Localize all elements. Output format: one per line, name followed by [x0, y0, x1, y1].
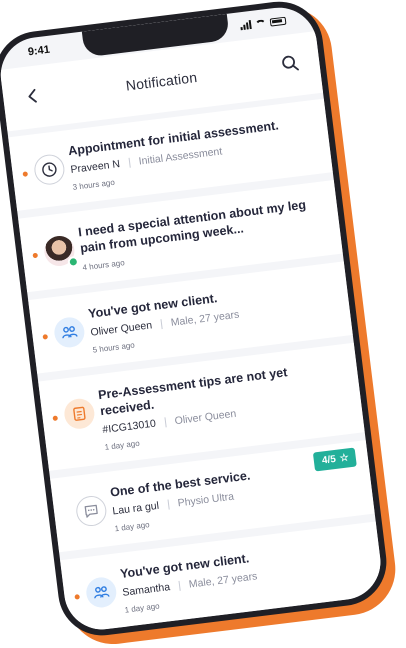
- users-icon: [52, 315, 87, 350]
- chevron-left-icon: [28, 88, 37, 103]
- notification-detail: Male, 27 years: [188, 570, 258, 591]
- search-icon: [282, 55, 299, 71]
- chat-icon: [74, 494, 109, 528]
- phone-screen: 9:41 Notification Appointment for initia…: [0, 3, 385, 634]
- users-icon: [84, 575, 119, 610]
- star-icon: ☆: [339, 452, 350, 465]
- notification-detail: Oliver Queen: [173, 407, 237, 428]
- notification-sender: Praveen N: [69, 158, 121, 176]
- user-avatar: [42, 234, 80, 269]
- status-time: 9:41: [27, 43, 51, 59]
- notification-sender: #ICG13010: [101, 417, 157, 437]
- notification-list: Appointment for initial assessment. Prav…: [8, 98, 385, 634]
- meta-divider: [167, 499, 170, 510]
- notification-sender: Oliver Queen: [89, 319, 153, 339]
- signal-icon: [240, 19, 252, 31]
- unread-indicator: [74, 594, 80, 600]
- notification-detail: Physio Ultra: [177, 490, 235, 510]
- page-title: Notification: [124, 68, 199, 94]
- search-button[interactable]: [280, 53, 300, 73]
- notification-title: I need a special attention about my leg …: [77, 197, 307, 256]
- phone-mockup: 9:41 Notification Appointment for initia…: [0, 0, 401, 648]
- meta-divider: [178, 580, 181, 591]
- meta-divider: [128, 157, 131, 168]
- unread-indicator: [22, 171, 29, 177]
- notification-sender: Lau ra gul: [111, 499, 160, 518]
- status-icons: [240, 16, 287, 31]
- clock-icon: [32, 152, 67, 187]
- battery-icon: [269, 16, 287, 27]
- clipboard-icon: [62, 397, 97, 431]
- online-status-indicator: [67, 255, 80, 269]
- unread-indicator: [32, 252, 39, 259]
- stage: 9:41 Notification Appointment for initia…: [0, 0, 406, 648]
- meta-divider: [160, 319, 163, 330]
- unread-indicator: [42, 334, 49, 340]
- notification-detail: Male, 27 years: [170, 308, 240, 329]
- unread-indicator: [52, 415, 59, 422]
- meta-divider: [164, 417, 167, 428]
- notification-sender: Samantha: [121, 581, 171, 599]
- back-button[interactable]: [24, 87, 42, 105]
- wifi-icon: [254, 19, 267, 29]
- rating-value: 4/5: [321, 453, 337, 467]
